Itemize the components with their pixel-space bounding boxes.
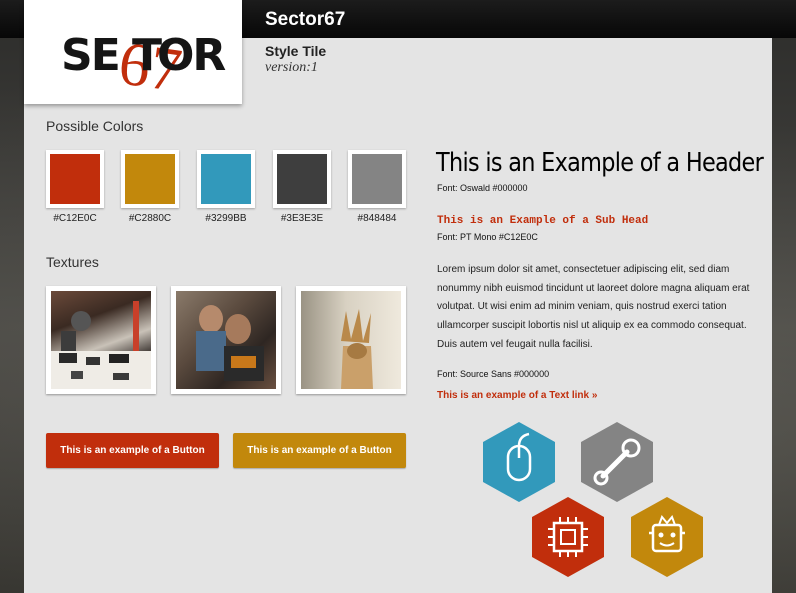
color-swatch — [273, 150, 331, 208]
logo-text-se: SE — [61, 30, 119, 81]
subhead-font-label: Font: PT Mono #C12E0C — [437, 232, 538, 242]
colors-heading: Possible Colors — [46, 118, 144, 134]
texture-people — [171, 286, 281, 394]
textures-heading: Textures — [46, 254, 99, 270]
robot-icon — [631, 497, 703, 577]
texture-workshop — [46, 286, 156, 394]
header-font-label: Font: Oswald #000000 — [437, 183, 528, 193]
texture-deer-image — [341, 309, 373, 389]
chip-icon — [532, 497, 604, 577]
color-swatch-fill — [50, 154, 100, 204]
style-tile-title: Style Tile — [265, 43, 327, 59]
texture-people-image — [196, 305, 264, 381]
logo-card: SE 67 T OR — [24, 0, 242, 104]
color-swatch-label: #3299BB — [205, 213, 247, 224]
color-swatch-label: #848484 — [357, 213, 397, 224]
color-swatch — [197, 150, 255, 208]
color-swatch-label: #3E3E3E — [280, 213, 324, 224]
color-swatch-label: #C2880C — [128, 213, 172, 224]
color-swatch — [121, 150, 179, 208]
color-swatch-fill — [125, 154, 175, 204]
example-text-link[interactable]: This is an example of a Text link » — [437, 390, 597, 401]
texture-workshop-image — [51, 301, 151, 389]
color-swatch — [46, 150, 104, 208]
example-subhead: This is an Example of a Sub Head — [437, 215, 649, 227]
color-swatch-fill — [352, 154, 402, 204]
color-swatch — [348, 150, 406, 208]
style-tile-version: version:1 — [265, 60, 318, 75]
color-swatch-fill — [277, 154, 327, 204]
body-font-label: Font: Source Sans #000000 — [437, 369, 550, 379]
texture-deer — [296, 286, 406, 394]
example-button-secondary[interactable]: This is an example of a Button — [233, 433, 406, 468]
mouse-icon — [483, 422, 555, 502]
color-swatch-fill — [201, 154, 251, 204]
example-button-primary[interactable]: This is an example of a Button — [46, 433, 219, 468]
wrench-icon — [581, 422, 653, 502]
logo-text-or: OR — [157, 30, 225, 81]
site-title: Sector67 — [265, 9, 346, 30]
sector67-logo: SE 67 T OR — [61, 29, 227, 104]
color-swatch-label: #C12E0C — [53, 213, 97, 224]
example-header: This is an Example of a Header — [436, 148, 764, 178]
body-text-sample: Lorem ipsum dolor sit amet, consectetuer… — [437, 264, 750, 350]
